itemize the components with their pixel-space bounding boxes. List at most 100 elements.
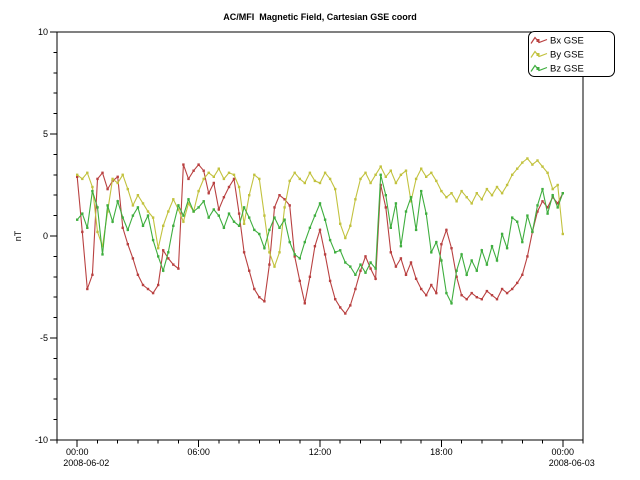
data-marker [557,184,559,186]
data-marker [263,247,265,249]
data-marker [385,194,387,196]
data-marker [162,249,164,251]
data-marker [496,259,498,261]
data-marker [405,274,407,276]
data-marker [369,267,371,269]
data-marker [203,200,205,202]
data-marker [192,170,194,172]
data-marker [167,210,169,212]
data-marker [218,168,220,170]
data-marker [294,172,296,174]
data-marker [96,231,98,233]
data-marker [117,176,119,178]
data-marker [466,196,468,198]
data-marker [304,241,306,243]
data-marker [132,204,134,206]
x-tick-label: 00:00 [552,447,575,457]
data-marker [299,257,301,259]
data-marker [258,178,260,180]
data-marker [117,200,119,202]
data-marker [486,188,488,190]
data-marker [390,227,392,229]
data-marker [86,172,88,174]
data-marker [450,247,452,249]
data-marker [491,294,493,296]
data-marker [349,225,351,227]
legend-marker-by [537,53,540,56]
data-marker [218,208,220,210]
data-marker [531,231,533,233]
legend-marker-bx [537,39,540,42]
data-marker [218,214,220,216]
data-marker [253,174,255,176]
x-tick-date: 2008-06-03 [549,458,595,468]
data-marker [233,174,235,176]
x-tick-label: 06:00 [187,447,210,457]
data-marker [111,221,113,223]
data-marker [197,190,199,192]
data-marker [152,292,154,294]
data-marker [157,284,159,286]
data-marker [223,178,225,180]
data-marker [309,276,311,278]
data-marker [496,186,498,188]
data-marker [299,178,301,180]
data-marker [162,225,164,227]
data-marker [299,280,301,282]
data-marker [157,255,159,257]
data-marker [369,261,371,263]
data-marker [339,249,341,251]
data-marker [268,229,270,231]
data-marker [81,178,83,180]
data-marker [208,192,210,194]
data-marker [268,263,270,265]
data-marker [546,172,548,174]
data-marker [238,186,240,188]
data-marker [182,214,184,216]
data-marker [278,251,280,253]
data-marker [177,267,179,269]
data-marker [455,270,457,272]
data-marker [385,206,387,208]
data-marker [562,233,564,235]
data-marker [329,280,331,282]
series-line-bx [77,165,563,314]
data-marker [147,288,149,290]
data-marker [445,196,447,198]
data-marker [471,202,473,204]
legend: Bx GSE By GSE Bz GSE [529,32,615,77]
data-marker [233,221,235,223]
data-marker [450,192,452,194]
data-marker [197,206,199,208]
data-marker [228,186,230,188]
data-marker [324,219,326,221]
data-marker [273,206,275,208]
data-marker [526,255,528,257]
data-marker [304,302,306,304]
data-marker [167,251,169,253]
data-marker [96,206,98,208]
data-marker [258,233,260,235]
data-marker [172,225,174,227]
data-marker [334,188,336,190]
data-marker [374,267,376,269]
data-marker [167,257,169,259]
data-marker [359,263,361,265]
legend-label-bz: Bz GSE [550,64,584,75]
data-marker [516,168,518,170]
data-marker [238,212,240,214]
data-marker [481,198,483,200]
legend-marker-bz [537,67,540,70]
data-marker [521,274,523,276]
data-series [76,157,564,314]
data-marker [440,243,442,245]
data-marker [147,210,149,212]
data-marker [324,172,326,174]
data-marker [127,229,129,231]
data-marker [137,194,139,196]
data-marker [339,223,341,225]
data-marker [248,216,250,218]
data-marker [127,243,129,245]
data-marker [106,204,108,206]
data-marker [552,188,554,190]
